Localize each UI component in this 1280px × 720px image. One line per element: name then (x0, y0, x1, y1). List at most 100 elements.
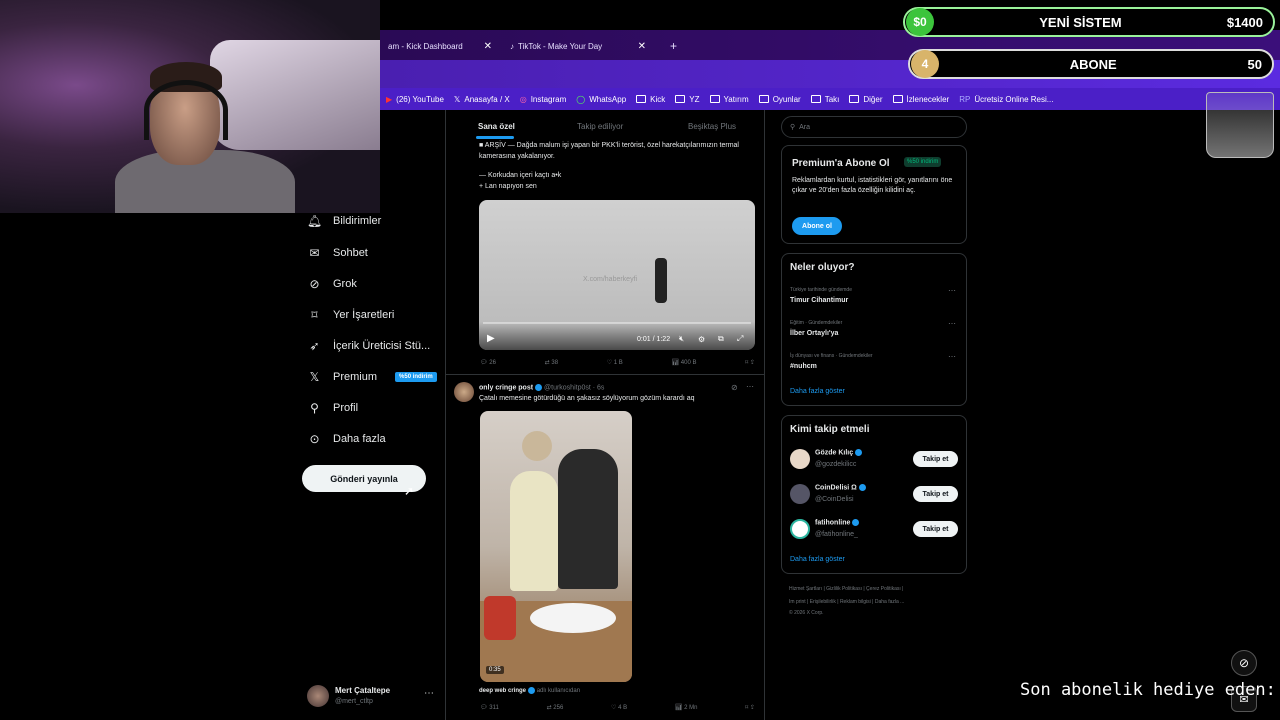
grok-float-icon[interactable]: ⊘ (1231, 650, 1257, 676)
search-input[interactable]: ⚲ Ara (781, 116, 967, 138)
nav-premium[interactable]: 𝕏 Premium %50 indirim (308, 370, 437, 384)
bookmark-yatirim[interactable]: Yatırım (709, 95, 749, 104)
folder-icon (636, 95, 647, 103)
bookmark-taki[interactable]: Takı (810, 95, 839, 104)
follow-button[interactable]: Takip et (913, 451, 958, 467)
bookmark-resim[interactable]: RP Ücretsiz Online Resi... (959, 95, 1053, 104)
post2-author[interactable]: only cringe post (479, 384, 533, 391)
trend-name[interactable]: İlber Ortaylı'ya (790, 330, 838, 337)
bookmark-yz[interactable]: YZ (675, 95, 700, 104)
post2-actions: 💬︎ 311 ⇄ 256 ♡ 4 B 📊︎ 2 Mn ⌑ ⇪ (480, 704, 755, 711)
repost-button[interactable]: ⇄ 38 (545, 359, 558, 366)
pip-icon[interactable]: ⧉ (718, 334, 724, 344)
footer-links[interactable]: Hizmet Şartları | Gizlilik Politikası | … (789, 586, 903, 592)
views-button[interactable]: 📊︎ 2 Mn (675, 704, 698, 711)
mail-icon: ✉ (309, 245, 320, 260)
post1-video[interactable]: X.com/haberkeyfi ▶ 0:01 / 1:22 🔇︎ ⚙ ⧉ ⤢ (479, 200, 755, 350)
repost-button[interactable]: ⇄ 256 (547, 704, 564, 711)
trend-context: Eğitim · Gündemdekiler (790, 320, 843, 326)
post2-text: Çatalı memesine götürdüğü an şakasız söy… (479, 395, 695, 402)
follow-avatar[interactable] (790, 519, 810, 539)
follow-button[interactable]: Takip et (913, 486, 958, 502)
nav-creator-studio[interactable]: ➶ İçerik Üreticisi Stü... (308, 339, 430, 353)
close-tab-icon[interactable]: ✕ (484, 41, 492, 52)
new-tab-button[interactable]: + (662, 34, 685, 58)
trend-name[interactable]: #nuhcm (790, 363, 817, 370)
nav-profile[interactable]: ⚲ Profil (308, 401, 358, 415)
headset (144, 80, 228, 140)
verified-icon (852, 519, 860, 526)
nav-notifications[interactable]: 🔔︎ Bildirimler (307, 214, 381, 228)
post2-video[interactable]: 0:35 (480, 411, 632, 682)
verified-icon (858, 484, 866, 491)
rp-icon: RP (959, 94, 971, 104)
grok-icon[interactable]: ⊘ (731, 383, 738, 392)
source-suffix: adlı kullanıcıdan (536, 688, 581, 695)
post2-header: only cringe post @turkoshitp0st · 6s (479, 384, 604, 391)
mute-icon[interactable]: 🔇︎ (679, 334, 684, 344)
tab-tiktok[interactable]: ♪ TikTok - Make Your Day ✕ (502, 34, 654, 58)
tab-kick-dashboard[interactable]: am - Kick Dashboard ✕ (380, 34, 500, 58)
follow-button[interactable]: Takip et (913, 521, 958, 537)
bookmark-icon[interactable]: ⌑ ⇪ (745, 704, 755, 711)
post2-avatar[interactable] (454, 382, 474, 402)
bookmark-kick[interactable]: Kick (636, 95, 665, 104)
reply-button[interactable]: 💬︎ 311 (480, 704, 499, 711)
bookmark-x[interactable]: 𝕏 Anasayfa / X (454, 95, 510, 104)
bookmark-oyunlar[interactable]: Oyunlar (758, 95, 801, 104)
nav-more[interactable]: ⊙ Daha fazla (308, 432, 385, 446)
account-menu-icon[interactable]: ⋯ (424, 688, 434, 699)
subscriber-target: 50 (1247, 56, 1262, 72)
follow-show-more[interactable]: Daha fazla göster (790, 556, 845, 563)
bookmark-instagram[interactable]: ◎ Instagram (520, 95, 567, 104)
bookmark-diger[interactable]: Diğer (849, 95, 883, 104)
follow-name[interactable]: Gözde Kılıç (815, 449, 863, 456)
tab-for-you[interactable]: Sana özel (478, 122, 515, 131)
bookmark-icon[interactable]: ⌑ ⇪ (745, 359, 755, 366)
bookmark-whatsapp[interactable]: ◯ WhatsApp (576, 95, 626, 104)
trend-name[interactable]: Timur Cihantimur (790, 297, 848, 304)
like-button[interactable]: ♡ 4 B (611, 704, 627, 711)
video-time: 0:01 / 1:22 (637, 336, 671, 343)
follow-name[interactable]: CoinDelisi Ω (815, 484, 866, 491)
nav-bookmarks[interactable]: ⌑ Yer İşaretleri (308, 307, 394, 322)
post1-text: ■ ARŞİV — Dağda malum işi yapan bir PKK'… (479, 142, 739, 160)
views-button[interactable]: 📊︎ 400 B (672, 359, 697, 366)
source-name[interactable]: deep web cringe (479, 688, 526, 694)
post2-handle: @turkoshitp0st · 6s (544, 384, 605, 392)
video-duration: 0:35 (486, 666, 504, 674)
trends-show-more[interactable]: Daha fazla göster (790, 388, 845, 395)
post-divider (445, 374, 765, 375)
settings-icon[interactable]: ⚙ (698, 335, 705, 344)
follow-name[interactable]: fatihonline (815, 519, 860, 526)
like-button[interactable]: ♡ 1 B (607, 359, 623, 366)
play-icon[interactable]: ▶ (487, 333, 495, 344)
bookmark-youtube[interactable]: ▶ (26) YouTube (386, 95, 444, 104)
tab-besiktas-plus[interactable]: Beşiktaş Plus (688, 122, 736, 131)
nav-grok[interactable]: ⊘ Grok (308, 277, 356, 291)
trend-menu-icon[interactable]: ⋯ (948, 319, 956, 328)
post-menu-icon[interactable]: ⋯ (746, 382, 754, 391)
follow-avatar[interactable] (790, 449, 810, 469)
video-watermark: X.com/haberkeyfi (583, 276, 638, 283)
folder-icon (758, 95, 769, 103)
account-avatar[interactable] (307, 685, 329, 707)
reply-button[interactable]: 💬︎ 26 (480, 359, 496, 366)
trend-menu-icon[interactable]: ⋯ (948, 352, 956, 361)
bookmark-izlenecekler[interactable]: İzlenecekler (892, 95, 949, 104)
subscribe-button[interactable]: Abone ol (792, 217, 842, 235)
subscription-ticker: Son abonelik hediye eden: (1020, 680, 1276, 700)
goal-current: $0 (906, 8, 934, 36)
folder-icon (892, 95, 903, 103)
close-tab-icon[interactable]: ✕ (638, 41, 646, 52)
subscriber-current: 4 (911, 50, 939, 78)
video-progress[interactable] (483, 322, 751, 324)
trend-menu-icon[interactable]: ⋯ (948, 286, 956, 295)
follow-avatar[interactable] (790, 484, 810, 504)
footer-links[interactable]: Im print | Erişilebilirlik | Reklam bilg… (789, 599, 904, 605)
tab-following[interactable]: Takip ediliyor (577, 122, 623, 131)
fullscreen-icon[interactable]: ⤢ (737, 334, 743, 344)
nav-chat[interactable]: ✉ Sohbet (308, 245, 367, 260)
bookmark-icon: ⌑ (311, 307, 318, 322)
youtube-icon: ▶ (386, 94, 393, 104)
